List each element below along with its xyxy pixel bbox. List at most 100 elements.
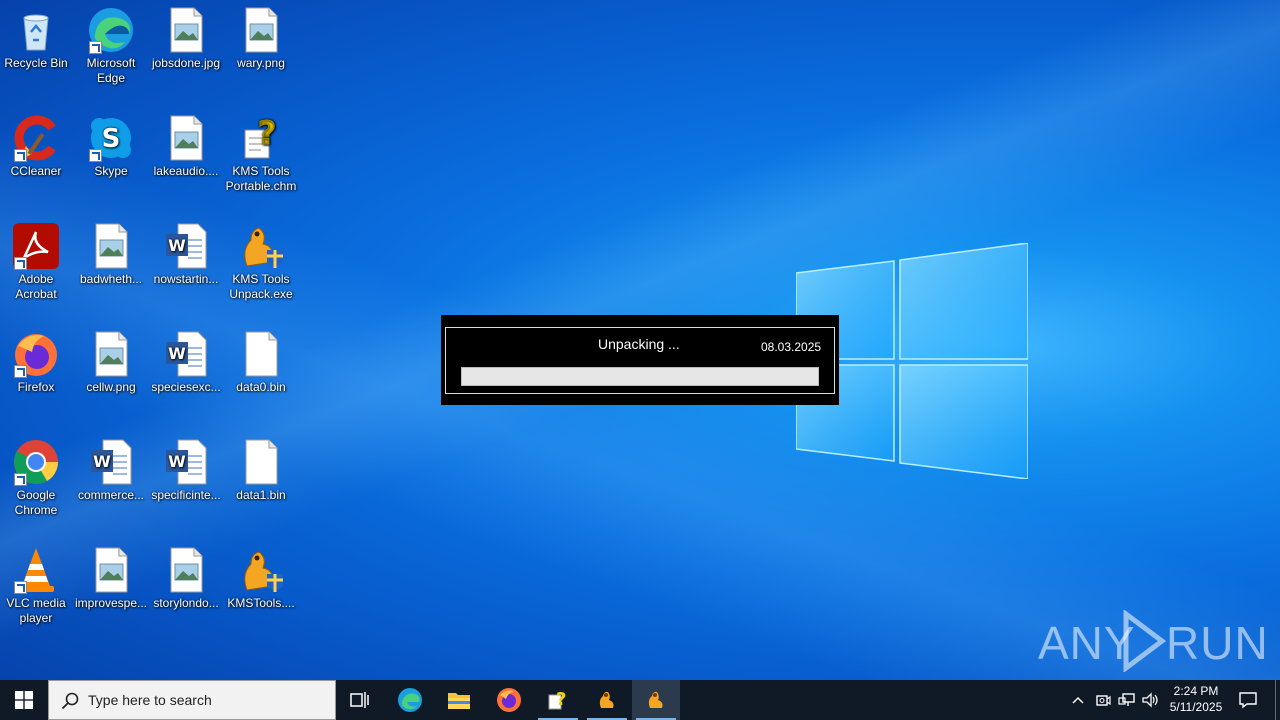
watermark-run: RUN xyxy=(1166,617,1269,669)
desktop-icon[interactable]: VLC media player xyxy=(0,546,74,626)
speaker-icon xyxy=(1142,692,1158,708)
tray-volume[interactable] xyxy=(1140,680,1162,720)
tray-network[interactable] xyxy=(1116,680,1138,720)
desktop-icon-label: nowstartin... xyxy=(153,272,219,286)
shortcut-arrow-icon xyxy=(89,41,102,54)
desktop-icon[interactable]: Adobe Acrobat xyxy=(0,222,74,302)
svg-text:W: W xyxy=(93,452,111,471)
image-file-icon xyxy=(237,6,285,54)
desktop-icon[interactable]: Wspecificinte... xyxy=(148,438,224,503)
desktop-icon-label: lakeaudio.... xyxy=(153,164,219,178)
kms-tools-icon xyxy=(648,691,663,708)
blank-file-icon xyxy=(237,438,285,486)
taskbar-kms-tools[interactable] xyxy=(583,680,631,720)
taskbar-edge[interactable] xyxy=(386,680,434,720)
desktop-icon-label: cellw.png xyxy=(86,380,136,394)
task-view-icon xyxy=(350,692,369,708)
desktop-icon[interactable]: badwheth... xyxy=(73,222,149,287)
desktop-icon-label: badwheth... xyxy=(79,272,143,286)
firefox-icon xyxy=(12,330,60,378)
chm-help-icon: ? xyxy=(237,114,285,162)
vlc-icon xyxy=(12,546,60,594)
unpack-dialog-title: Unpacking ... xyxy=(598,336,680,352)
taskbar-chm-help[interactable]: ? xyxy=(534,680,582,720)
shortcut-arrow-icon xyxy=(14,473,27,486)
kms-tools-icon xyxy=(237,222,285,270)
folder-icon xyxy=(448,693,470,709)
taskbar-firefox[interactable] xyxy=(485,680,533,720)
desktop-icon-label: KMSTools.... xyxy=(227,596,295,610)
desktop-icon-label: wary.png xyxy=(237,56,285,70)
taskbar: Type here to search ? 2:24 PM 5/11/2025 xyxy=(0,680,1280,720)
chrome-icon xyxy=(12,438,60,486)
svg-text:?: ? xyxy=(556,689,566,710)
desktop-icon[interactable]: Recycle Bin xyxy=(0,6,74,71)
shortcut-arrow-icon xyxy=(14,257,27,270)
desktop-icon-label: Recycle Bin xyxy=(4,56,68,70)
desktop-icon[interactable]: cellw.png xyxy=(73,330,149,395)
clock-date: 5/11/2025 xyxy=(1169,700,1223,714)
image-file-icon xyxy=(87,222,135,270)
desktop-icon[interactable]: data0.bin xyxy=(223,330,299,395)
word-doc-icon: W xyxy=(162,330,210,378)
desktop-icon-label: Skype xyxy=(94,164,128,178)
desktop-icon-label: commerce... xyxy=(77,488,144,502)
action-center-button[interactable] xyxy=(1234,680,1262,720)
desktop-icon[interactable]: Google Chrome xyxy=(0,438,74,518)
blank-file-icon xyxy=(237,330,285,378)
clock-time: 2:24 PM xyxy=(1173,684,1219,698)
image-file-icon xyxy=(162,546,210,594)
camera-icon xyxy=(1096,695,1111,706)
desktop-icon-label: Microsoft Edge xyxy=(86,56,136,85)
desktop-icon-label: Adobe Acrobat xyxy=(15,272,57,301)
desktop-icon[interactable]: lakeaudio.... xyxy=(148,114,224,179)
taskbar-search-box[interactable]: Type here to search xyxy=(48,680,336,720)
word-doc-icon: W xyxy=(162,222,210,270)
tray-meet-now[interactable] xyxy=(1092,680,1114,720)
desktop-icon-label: data1.bin xyxy=(236,488,286,502)
acrobat-icon xyxy=(12,222,60,270)
desktop-icon[interactable]: Wcommerce... xyxy=(73,438,149,503)
desktop-icon[interactable]: Wspeciesexc... xyxy=(148,330,224,395)
desktop-icon[interactable]: ? KMS Tools Portable.chm xyxy=(223,114,299,194)
svg-text:W: W xyxy=(168,236,186,255)
chm-help-icon: ? xyxy=(548,689,566,710)
task-view-button[interactable] xyxy=(336,680,384,720)
firefox-icon xyxy=(497,688,521,712)
network-icon xyxy=(1118,693,1135,706)
desktop-icon-label: specificinte... xyxy=(151,488,221,502)
desktop-icon-label: Google Chrome xyxy=(14,488,58,517)
show-desktop-button[interactable] xyxy=(1275,680,1280,720)
ccleaner-icon xyxy=(12,114,60,162)
taskbar-kms-unpack-active[interactable] xyxy=(632,680,680,720)
chevron-up-icon xyxy=(1072,696,1084,704)
windows-start-icon xyxy=(15,691,33,709)
start-button[interactable] xyxy=(0,680,48,720)
desktop-icon[interactable]: jobsdone.jpg xyxy=(148,6,224,71)
image-file-icon xyxy=(87,546,135,594)
taskbar-clock[interactable]: 2:24 PM 5/11/2025 xyxy=(1164,683,1228,715)
show-hidden-icons-button[interactable] xyxy=(1068,680,1088,720)
desktop-icon-label: improvespe... xyxy=(74,596,148,610)
unpack-progress-bar xyxy=(461,367,819,386)
desktop-icon[interactable]: KMSTools.... xyxy=(223,546,299,611)
desktop-icon-label: CCleaner xyxy=(10,164,62,178)
word-doc-icon: W xyxy=(87,438,135,486)
shortcut-arrow-icon xyxy=(14,149,27,162)
desktop-icon[interactable]: wary.png xyxy=(223,6,299,71)
desktop-icon[interactable]: Microsoft Edge xyxy=(73,6,149,86)
desktop-icon[interactable]: data1.bin xyxy=(223,438,299,503)
edge-icon xyxy=(87,6,135,54)
desktop-icon[interactable]: S Skype xyxy=(73,114,149,179)
taskbar-file-explorer[interactable] xyxy=(435,680,483,720)
image-file-icon xyxy=(87,330,135,378)
watermark-any: ANY xyxy=(1038,617,1136,669)
desktop-icon[interactable]: CCleaner xyxy=(0,114,74,179)
desktop-icon[interactable]: Firefox xyxy=(0,330,74,395)
desktop-icon[interactable]: KMS Tools Unpack.exe xyxy=(223,222,299,302)
image-file-icon xyxy=(162,114,210,162)
desktop-icon[interactable]: storylondo... xyxy=(148,546,224,611)
desktop-icon[interactable]: Wnowstartin... xyxy=(148,222,224,287)
desktop-icon[interactable]: improvespe... xyxy=(73,546,149,611)
svg-text:?: ? xyxy=(258,114,277,152)
